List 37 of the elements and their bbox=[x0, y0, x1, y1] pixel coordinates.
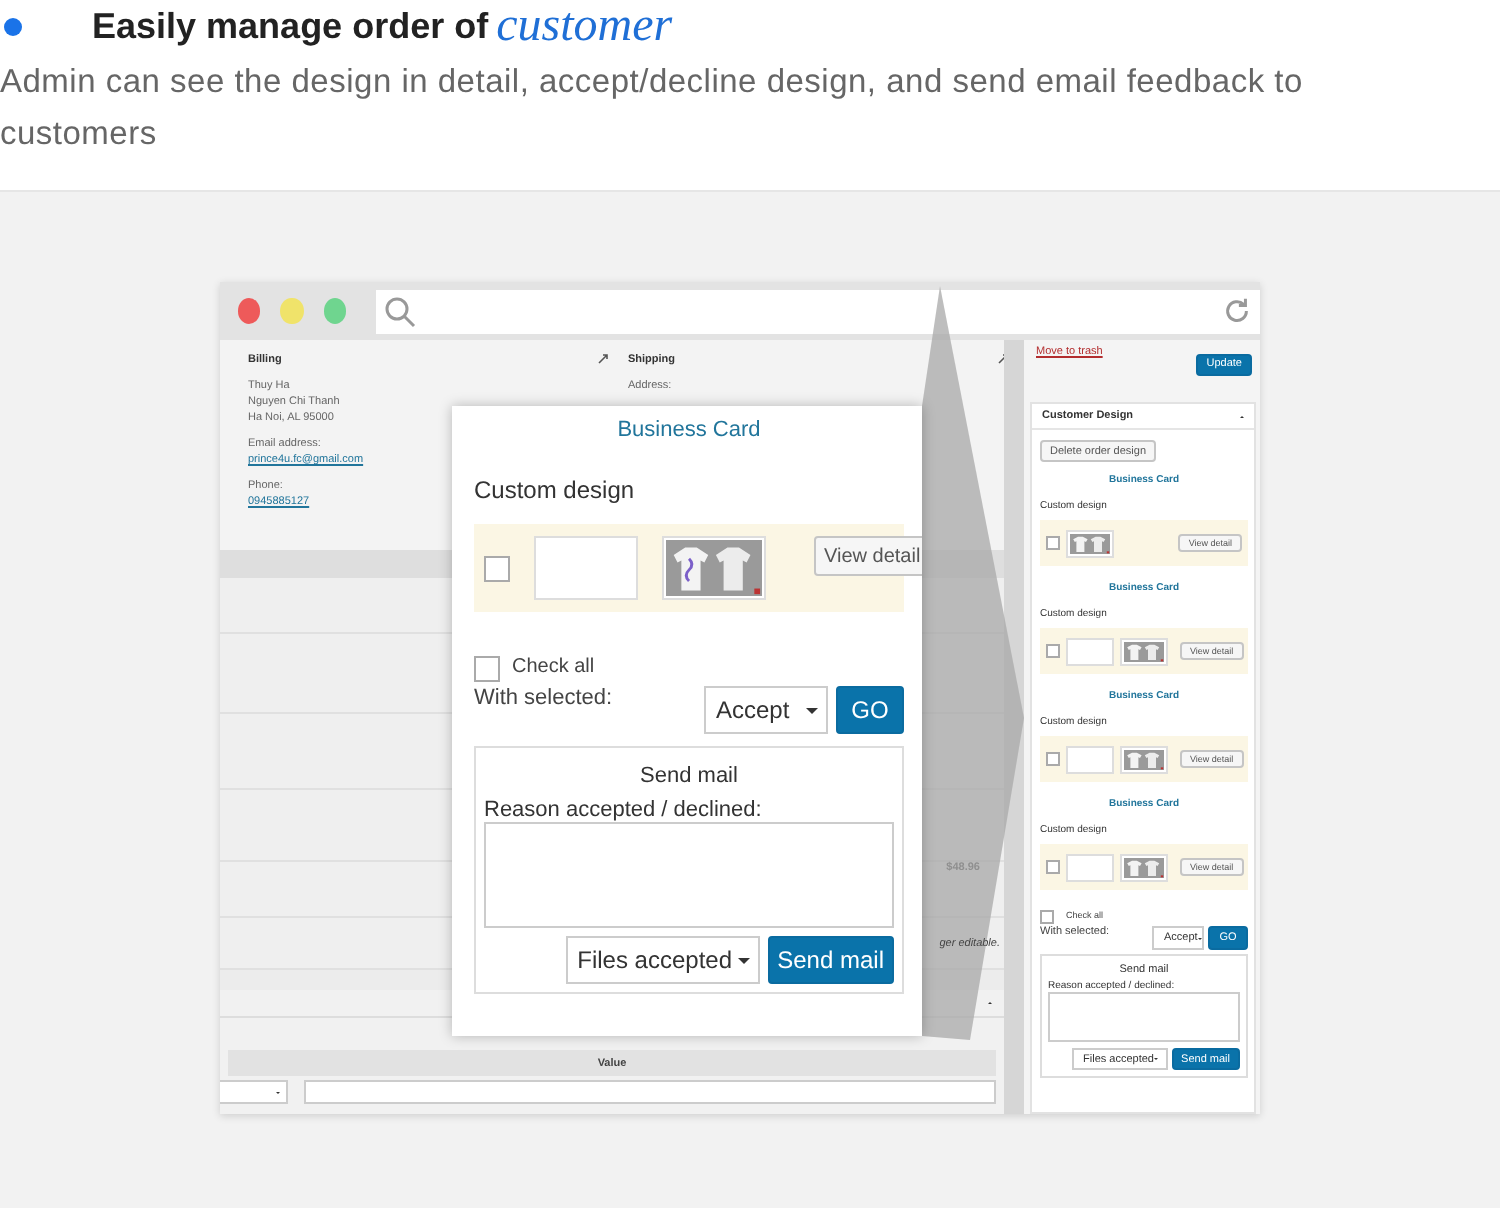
reason-textarea[interactable] bbox=[1048, 992, 1240, 1042]
address-bar[interactable] bbox=[375, 289, 1260, 333]
checkbox[interactable] bbox=[1046, 860, 1060, 874]
files-select[interactable]: Files accepted bbox=[565, 936, 760, 984]
action-select[interactable]: Accept bbox=[704, 686, 828, 734]
bullet-icon bbox=[4, 17, 22, 35]
expand-icon[interactable] bbox=[598, 354, 608, 364]
close-dot-icon[interactable] bbox=[238, 298, 261, 324]
meta-key-select[interactable] bbox=[220, 1080, 288, 1104]
blank-preview bbox=[534, 536, 638, 600]
reason-textarea[interactable] bbox=[484, 822, 894, 928]
checkbox[interactable] bbox=[1046, 752, 1060, 766]
popup-title: Business Card bbox=[615, 418, 763, 442]
blank-preview bbox=[1066, 745, 1114, 773]
maximize-dot-icon[interactable] bbox=[323, 298, 346, 324]
blank-preview bbox=[1066, 853, 1114, 881]
description: Admin can see the design in detail, accept/decline design, and send email feedback to customers bbox=[0, 62, 1305, 156]
checkbox[interactable] bbox=[474, 656, 500, 682]
send-mail-button[interactable]: Send mail bbox=[767, 936, 894, 984]
view-detail-button[interactable]: View detail bbox=[814, 536, 922, 576]
checkbox[interactable] bbox=[484, 555, 510, 581]
search-icon bbox=[383, 295, 416, 327]
check-all-label: Check all bbox=[512, 656, 595, 678]
heading-highlight: customer bbox=[496, 0, 673, 53]
with-selected-label: With selected: bbox=[474, 686, 613, 710]
go-button[interactable]: GO bbox=[836, 686, 904, 734]
heading: Easily manage order of bbox=[92, 5, 489, 47]
reload-icon[interactable] bbox=[1221, 296, 1252, 326]
meta-value-input[interactable] bbox=[304, 1080, 996, 1104]
send-mail-title: Send mail bbox=[638, 764, 740, 788]
minimize-dot-icon[interactable] bbox=[280, 298, 304, 324]
checkbox[interactable] bbox=[1040, 910, 1054, 924]
checkbox[interactable] bbox=[1046, 536, 1060, 550]
checkbox[interactable] bbox=[1046, 644, 1060, 658]
reason-label: Reason accepted / declined: bbox=[484, 798, 764, 822]
design-label: Custom design bbox=[474, 476, 637, 504]
blank-preview bbox=[1066, 637, 1114, 665]
